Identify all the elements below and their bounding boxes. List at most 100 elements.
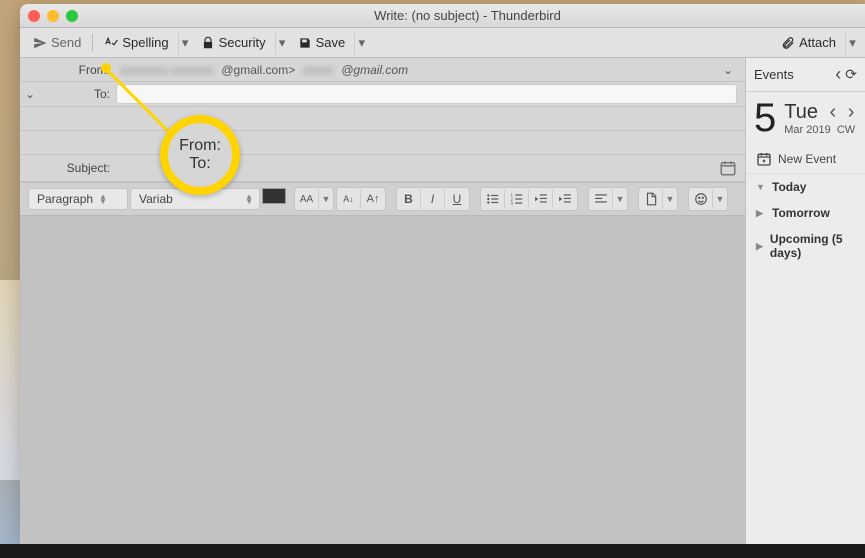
stepper-icon: ▲▼ xyxy=(99,194,107,204)
chevron-down-icon[interactable]: ▼ xyxy=(319,188,333,210)
document-icon xyxy=(644,192,658,206)
spelling-button[interactable]: Spelling xyxy=(97,32,175,53)
events-sidebar: Events ‹ ⟳ 5 Tue ‹ › Mar 2019 CW xyxy=(745,58,865,544)
day-number: 5 xyxy=(754,96,776,141)
prev-day-icon[interactable]: ‹ xyxy=(830,101,837,124)
date-block: 5 Tue ‹ › Mar 2019 CW xyxy=(746,92,865,145)
next-day-icon[interactable]: › xyxy=(848,101,855,124)
insert-group: ▼ xyxy=(638,187,678,211)
from-name2-blurred: xxxxx xyxy=(299,63,337,77)
separator xyxy=(92,34,93,52)
save-button[interactable]: Save xyxy=(291,32,353,53)
magnifier-line1: From: xyxy=(179,137,221,155)
window-controls xyxy=(28,10,78,22)
save-dropdown[interactable]: ▾ xyxy=(354,31,368,55)
titlebar: Write: (no subject) - Thunderbird xyxy=(20,4,865,28)
extra-recipient-row-2[interactable] xyxy=(20,131,745,155)
zoom-icon[interactable] xyxy=(66,10,78,22)
bullet-list-icon xyxy=(486,192,500,206)
callout-anchor-dot xyxy=(101,63,111,73)
color-swatches[interactable] xyxy=(262,188,292,210)
outdent-button[interactable] xyxy=(529,188,553,210)
paragraph-style-select[interactable]: Paragraph ▲▼ xyxy=(28,188,128,210)
message-headers: From: xxxxxxxx xxxxxxx @gmail.com> xxxxx… xyxy=(20,58,745,182)
new-event-icon xyxy=(756,151,772,167)
decrease-size-button[interactable]: A↓ xyxy=(337,188,361,210)
text-style-group: B I U xyxy=(396,187,470,211)
align-group: ▼ xyxy=(588,187,628,211)
attach-dropdown[interactable]: ▾ xyxy=(845,31,859,55)
new-event-label: New Event xyxy=(778,152,836,166)
minimize-icon[interactable] xyxy=(47,10,59,22)
sidebar-header: Events ‹ ⟳ xyxy=(746,58,865,92)
calendar-icon[interactable] xyxy=(719,159,737,177)
spellcheck-icon xyxy=(104,36,118,50)
emoji-group: ▼ xyxy=(688,187,728,211)
chevron-down-icon[interactable]: ▼ xyxy=(713,188,727,210)
number-list-button[interactable]: 123 xyxy=(505,188,529,210)
magnifier-line2: To: xyxy=(189,155,210,173)
main-area: From: xxxxxxxx xxxxxxx @gmail.com> xxxxx… xyxy=(20,58,865,544)
upcoming-label: Upcoming (5 days) xyxy=(770,232,855,260)
message-body[interactable] xyxy=(20,216,745,544)
increase-size-button[interactable]: A↑ xyxy=(361,188,385,210)
paperclip-icon xyxy=(781,36,795,50)
main-toolbar: Send Spelling ▾ Security ▾ Save ▾ Attach… xyxy=(20,28,865,58)
close-icon[interactable] xyxy=(28,10,40,22)
from-addr1: @gmail.com> xyxy=(221,63,295,77)
text-color-swatch[interactable] xyxy=(262,188,286,204)
insert-button[interactable] xyxy=(639,188,663,210)
security-dropdown[interactable]: ▾ xyxy=(275,31,289,55)
font-family-label: Variab xyxy=(139,192,173,206)
chevron-down-icon[interactable]: ▼ xyxy=(613,188,627,210)
bold-button[interactable]: B xyxy=(397,188,421,210)
emoji-button[interactable] xyxy=(689,188,713,210)
disclosure-right-icon: ▶ xyxy=(756,241,764,252)
format-toolbar: Paragraph ▲▼ Variab ▲▼ AA ▼ A↓ A↑ xyxy=(20,182,745,216)
subject-row: Subject: xyxy=(20,155,745,182)
send-icon xyxy=(33,36,47,50)
spelling-label: Spelling xyxy=(122,35,168,50)
font-size-steppers: A↓ A↑ xyxy=(336,187,386,211)
send-button[interactable]: Send xyxy=(26,32,88,53)
disclosure-right-icon: ▶ xyxy=(756,208,766,219)
month-year: Mar 2019 CW xyxy=(784,124,855,136)
from-dropdown-icon[interactable]: ⌄ xyxy=(723,63,733,77)
day-of-week: Tue ‹ › xyxy=(784,101,855,124)
attach-label: Attach xyxy=(799,35,836,50)
recipient-type-dropdown[interactable]: ⌄ xyxy=(20,87,40,101)
subject-label: Subject: xyxy=(20,161,116,175)
today-label: Today xyxy=(772,180,806,194)
stepper-icon: ▲▼ xyxy=(245,194,253,204)
today-section[interactable]: ▼ Today xyxy=(746,174,865,200)
to-row: ⌄ To: xyxy=(20,82,745,107)
align-button[interactable] xyxy=(589,188,613,210)
spelling-dropdown[interactable]: ▾ xyxy=(178,31,192,55)
collapse-icon[interactable]: ‹ xyxy=(835,64,841,85)
upcoming-section[interactable]: ▶ Upcoming (5 days) xyxy=(746,226,865,266)
sidebar-title: Events xyxy=(754,67,835,82)
extra-recipient-row[interactable] xyxy=(20,107,745,131)
security-button[interactable]: Security xyxy=(194,32,273,53)
outdent-icon xyxy=(534,192,548,206)
disclosure-down-icon: ▼ xyxy=(756,182,766,192)
paragraph-style-label: Paragraph xyxy=(37,192,93,206)
save-label: Save xyxy=(316,35,346,50)
attach-button[interactable]: Attach xyxy=(774,32,843,53)
to-label: To: xyxy=(40,87,116,101)
font-size-group: AA ▼ xyxy=(294,187,334,211)
italic-button[interactable]: I xyxy=(421,188,445,210)
from-row: From: xxxxxxxx xxxxxxx @gmail.com> xxxxx… xyxy=(20,58,745,82)
indent-button[interactable] xyxy=(553,188,577,210)
to-input[interactable] xyxy=(116,84,737,104)
svg-text:3: 3 xyxy=(510,201,513,206)
refresh-icon[interactable]: ⟳ xyxy=(845,66,857,83)
bullet-list-button[interactable] xyxy=(481,188,505,210)
chevron-down-icon[interactable]: ▼ xyxy=(663,188,677,210)
tomorrow-section[interactable]: ▶ Tomorrow xyxy=(746,200,865,226)
security-label: Security xyxy=(219,35,266,50)
new-event-button[interactable]: New Event xyxy=(746,145,865,174)
font-size-button[interactable]: AA xyxy=(295,188,319,210)
underline-button[interactable]: U xyxy=(445,188,469,210)
from-value[interactable]: xxxxxxxx xxxxxxx @gmail.com> xxxxx @gmai… xyxy=(116,63,737,77)
